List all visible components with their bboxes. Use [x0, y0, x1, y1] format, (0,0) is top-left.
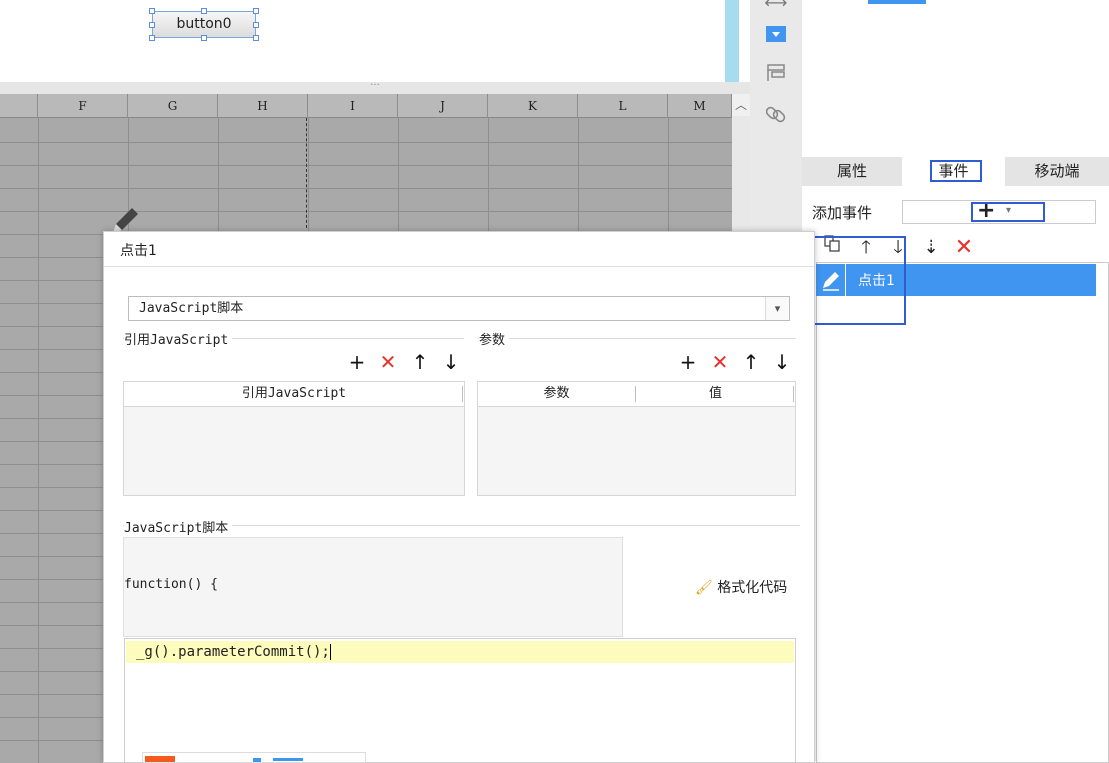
grid-row-line	[0, 188, 732, 189]
column-header[interactable]: H	[218, 94, 308, 118]
designer-canvas	[0, 0, 725, 82]
params-header-row: 参数 值	[478, 382, 795, 407]
delete-icon[interactable]: ✕	[377, 351, 399, 373]
ref-js-table[interactable]: 引用JavaScript	[123, 381, 465, 496]
param-column-header: 参数	[543, 386, 570, 401]
designer-edge-strip	[725, 0, 739, 82]
code-text: _g().parameterCommit();	[136, 644, 330, 660]
ref-js-column-header: 引用JavaScript	[124, 382, 464, 407]
script-group-label: JavaScript脚本	[124, 517, 233, 536]
dialog-title: 点击1	[120, 243, 157, 259]
function-prefix: function() {	[124, 577, 218, 592]
column-separator	[462, 386, 463, 402]
column-header[interactable]: M	[668, 94, 732, 118]
resize-handle[interactable]	[253, 35, 259, 41]
event-type-select[interactable]: JavaScript脚本	[128, 296, 790, 321]
column-header[interactable]: L	[578, 94, 668, 118]
format-code-label: 格式化代码	[717, 580, 788, 596]
column-header-row: F G H I J K L M	[0, 94, 732, 118]
designer-button-label: button0	[176, 16, 232, 32]
arrow-up-icon[interactable]: ↑	[740, 351, 762, 373]
column-header[interactable]: F	[38, 94, 128, 118]
grid-row-line	[0, 142, 732, 143]
column-header[interactable]: I	[308, 94, 398, 118]
vertical-scrollbar[interactable]	[732, 116, 750, 236]
value-column-header: 值	[708, 386, 722, 401]
grid-row-line	[0, 165, 732, 166]
highlight-box	[971, 202, 1045, 222]
dialog-divider	[104, 266, 814, 267]
resize-handle[interactable]	[253, 8, 259, 14]
column-separator	[635, 386, 636, 402]
add-icon[interactable]: +	[677, 351, 699, 373]
delete-icon[interactable]: ✕	[952, 234, 976, 262]
resize-handle[interactable]	[149, 22, 155, 28]
column-separator	[793, 386, 794, 402]
page-break-line	[306, 118, 307, 228]
highlight-box	[930, 160, 982, 182]
column-header[interactable]: J	[398, 94, 488, 118]
link-icon[interactable]	[764, 104, 788, 126]
group-divider	[478, 338, 796, 339]
row-header-corner	[0, 94, 38, 118]
resize-icon[interactable]: ⟷	[764, 0, 788, 14]
splitter-grip: ···	[370, 80, 380, 91]
chevron-down-icon[interactable]: ▾	[765, 297, 789, 320]
resize-handle[interactable]	[201, 35, 207, 41]
column-header[interactable]: G	[128, 94, 218, 118]
event-type-value: JavaScript脚本	[139, 301, 244, 316]
arrow-up-icon[interactable]: ↑	[409, 351, 431, 373]
chevron-up-icon: ︿	[734, 98, 747, 112]
tab-events[interactable]: 事件	[902, 157, 1005, 186]
add-event-dropdown[interactable]: + ▾	[902, 198, 1096, 224]
widget-toolstrip: ⟷	[750, 0, 802, 240]
tab-mobile[interactable]: 移动端	[1005, 157, 1109, 186]
delete-icon[interactable]: ✕	[709, 351, 731, 373]
column-header[interactable]: K	[488, 94, 578, 118]
brush-icon: 🖌	[695, 580, 713, 596]
ref-js-group-label: 引用JavaScript	[124, 329, 233, 348]
code-line[interactable]: _g().parameterCommit();	[126, 641, 794, 663]
params-group-label: 参数	[479, 329, 510, 348]
tab-properties[interactable]: 属性	[802, 157, 902, 186]
logo-strip	[142, 752, 366, 763]
panel-top-indicator	[868, 0, 926, 4]
add-icon[interactable]: +	[346, 351, 368, 373]
dropdown-widget-icon[interactable]	[764, 26, 788, 48]
resize-handle[interactable]	[149, 35, 155, 41]
format-code-button[interactable]: 🖌 格式化代码	[695, 577, 787, 597]
event-list	[816, 262, 1109, 763]
panel-splitter[interactable]: ···	[0, 80, 750, 94]
resize-handle[interactable]	[149, 8, 155, 14]
params-table[interactable]: 参数 值	[477, 381, 796, 496]
designer-button-widget[interactable]: button0	[149, 8, 259, 41]
resize-handle[interactable]	[201, 8, 207, 14]
panel-tabs: 属性 事件 移动端	[802, 157, 1109, 186]
arrow-down-icon[interactable]: ↓	[771, 351, 793, 373]
resize-handle[interactable]	[253, 22, 259, 28]
highlight-box	[810, 236, 906, 325]
sort-down-icon[interactable]: ⇣	[919, 234, 943, 262]
list-widget-icon[interactable]	[764, 64, 788, 86]
scroll-up-button[interactable]: ︿	[732, 94, 750, 116]
add-event-label: 添加事件	[812, 204, 873, 222]
column-label: 引用JavaScript	[241, 386, 347, 401]
arrow-down-icon[interactable]: ↓	[440, 351, 462, 373]
text-cursor	[329, 644, 331, 660]
